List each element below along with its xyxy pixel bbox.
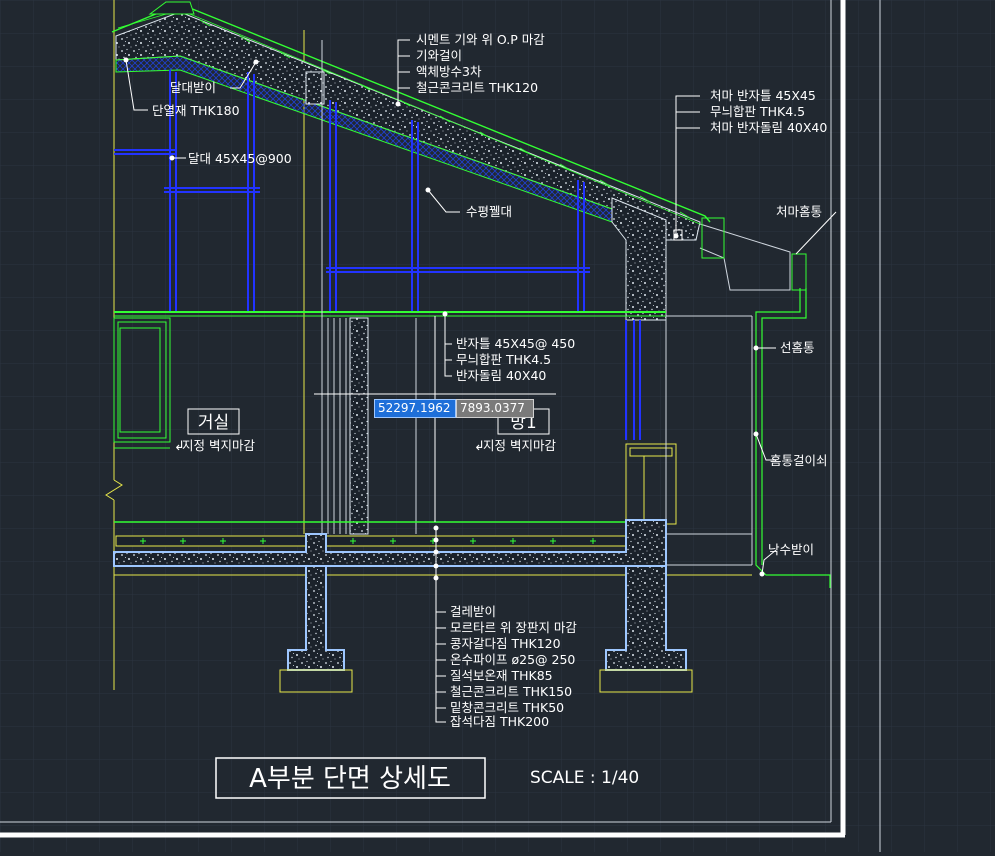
section-drawing: 시멘트 기와 위 O.P 마감 기와걸이 액체방수3차 철근콘크리트 THK12… bbox=[0, 0, 995, 852]
dynamic-input-x[interactable]: 52297.1962 bbox=[374, 399, 456, 418]
roof-label-2: 기와걸이 bbox=[416, 48, 462, 63]
room-finish-room1: 지정 벽지마감 bbox=[483, 438, 556, 453]
floor-label-1: 걸레받이 bbox=[450, 604, 496, 619]
room-name-living: 거실 bbox=[198, 413, 229, 433]
eave-label-2: 무늬합판 THK4.5 bbox=[710, 104, 805, 119]
floor-label-4: 온수파이프 ø25@ 250 bbox=[450, 652, 575, 667]
dynamic-input-y[interactable]: 7893.0377 bbox=[456, 399, 534, 418]
splash-label: 낙수받이 bbox=[768, 542, 814, 557]
dalbangi-label: 달대받이 bbox=[170, 80, 216, 95]
insulation-label: 단열재 THK180 bbox=[152, 103, 240, 118]
floor-label-6: 철근콘크리트 THK150 bbox=[450, 684, 572, 699]
eave-gutter-label: 처마홈통 bbox=[776, 204, 822, 219]
eave-label-3: 처마 반자돌림 40X40 bbox=[710, 120, 827, 135]
drawing-title: A부분 단면 상세도 bbox=[249, 764, 451, 794]
drawing-scale: SCALE : 1/40 bbox=[530, 768, 639, 788]
roof-label-4: 철근콘크리트 THK120 bbox=[416, 80, 538, 95]
roof-column bbox=[305, 71, 325, 105]
floor-label-8: 잡석다짐 THK200 bbox=[450, 714, 549, 729]
floor-label-2: 모르타르 위 장판지 마감 bbox=[450, 620, 577, 635]
roof-label-3: 액체방수3차 bbox=[416, 64, 482, 79]
room-finish-living: 지정 벽지마감 bbox=[182, 438, 255, 453]
purlin-label: 수평꿸대 bbox=[466, 204, 512, 219]
ceiling-label-3: 반자돌림 40X40 bbox=[456, 368, 546, 383]
pipe-hanger-label: 홈통걸이쇠 bbox=[770, 453, 828, 468]
cad-drawing-canvas[interactable]: 시멘트 기와 위 O.P 마감 기와걸이 액체방수3차 철근콘크리트 THK12… bbox=[0, 0, 995, 852]
floor-label-5: 질석보온재 THK85 bbox=[450, 668, 553, 683]
downspout-label: 선홈통 bbox=[780, 340, 815, 355]
roof-label-1: 시멘트 기와 위 O.P 마감 bbox=[416, 32, 545, 47]
floor-label-3: 콩자갈다짐 THK120 bbox=[450, 636, 561, 651]
daldae-label: 달대 45X45@900 bbox=[188, 151, 292, 166]
floor-label-7: 밑창콘크리트 THK50 bbox=[450, 700, 564, 715]
ceiling-label-2: 무늬합판 THK4.5 bbox=[456, 352, 551, 367]
ceiling-label-1: 반자틀 45X45@ 450 bbox=[456, 336, 575, 351]
eave-label-1: 처마 반자틀 45X45 bbox=[710, 88, 816, 103]
